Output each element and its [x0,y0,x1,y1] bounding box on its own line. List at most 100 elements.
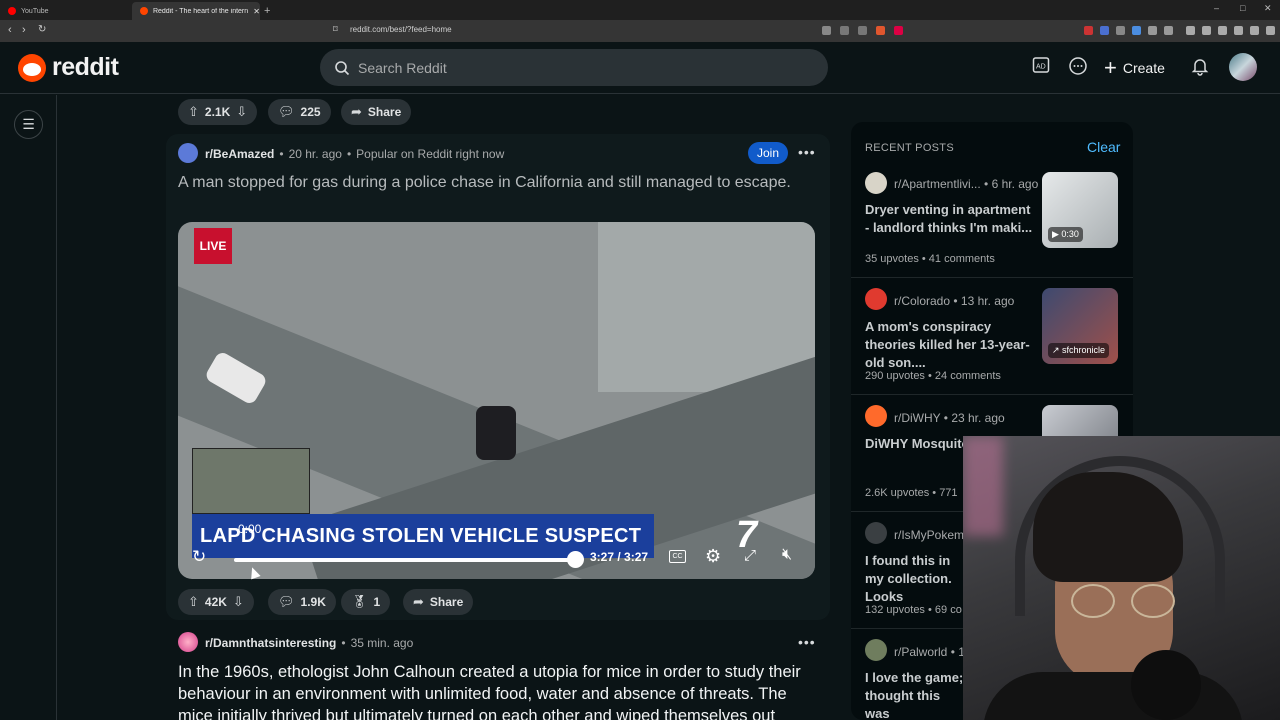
tab-reddit[interactable]: Reddit - The heart of the interne ✕ [132,2,260,20]
post-tag: Popular on Reddit right now [356,147,505,161]
forward-arrow-icon[interactable]: › [22,24,26,36]
join-button[interactable]: Join [748,142,788,164]
extension-icon[interactable] [822,26,831,35]
reddit-favicon-icon [140,7,148,15]
reddit-logo-icon[interactable] [18,54,46,82]
bell-icon[interactable] [1190,56,1210,81]
wallet-icon[interactable] [1218,26,1227,35]
extension-blue-icon[interactable] [1100,26,1109,35]
share-icon: ➦ [413,594,424,609]
recent-post-item[interactable]: r/Apartmentlivi... • 6 hr. ago Dryer ven… [851,162,1133,278]
vpn-icon[interactable] [1234,26,1243,35]
subreddit-icon [865,522,887,544]
clear-button[interactable]: Clear [1087,139,1120,155]
back-arrow-icon[interactable]: ‹ [8,24,12,36]
comment-icon: 💬︎ [278,104,295,119]
hamburger-menu-icon[interactable]: ☰ [14,110,43,139]
reddit-header: reddit AD + Create [0,42,1280,94]
seek-bar[interactable] [234,558,576,562]
recent-post-item[interactable]: r/Colorado • 13 hr. ago A mom's conspira… [851,278,1133,395]
subreddit-icon[interactable] [178,632,198,652]
post-vote-bar: ⇧ 42K ⇩ [178,589,254,615]
post-time: 20 hr. ago [288,147,342,161]
video-duration-badge: ▶ 0:30 [1048,227,1083,242]
user-avatar[interactable] [1229,53,1257,81]
previous-post-comments-button[interactable]: 💬︎ 225 [268,99,331,125]
maximize-button[interactable]: □ [1240,3,1245,13]
subreddit-icon[interactable] [178,143,198,163]
webcam-overlay [963,436,1280,720]
comments-button[interactable]: 💬︎ 1.9K [268,589,336,615]
upvote-icon[interactable]: ⇧ [188,594,199,610]
mute-icon[interactable]: 🔇︎ [782,546,792,564]
microphone [1131,650,1201,720]
recent-post-thumbnail: ↗ sfchronicle [1042,288,1118,364]
bookmark-icon[interactable]: ⌑ [333,24,338,35]
menu-icon[interactable] [1266,26,1275,35]
shield-icon[interactable] [1250,26,1259,35]
video-player[interactable]: LIVE LAPD CHASING STOLEN VEHICLE SUSPECT… [178,222,815,579]
extension-red-icon[interactable] [1084,26,1093,35]
tab-close-icon[interactable]: ✕ [253,7,260,16]
gear-icon[interactable]: ⚙ [705,546,721,567]
share-page-icon[interactable] [858,26,867,35]
downvote-icon[interactable]: ⇩ [236,104,247,120]
create-button[interactable]: + Create [1104,54,1165,82]
chat-icon[interactable] [1068,56,1088,81]
recent-post-title: I found this in my collection. Looks [865,553,952,604]
seek-handle[interactable] [567,551,584,568]
reddit-wordmark[interactable]: reddit [52,53,119,82]
video-time: 3:27 / 3:27 [590,550,649,564]
subreddit-icon [865,288,887,310]
browser-tab-bar: YouTube Reddit - The heart of the intern… [0,0,1280,20]
recent-post-thumbnail: ▶ 0:30 [1042,172,1118,248]
award-button[interactable]: 🏅︎ 1 [341,589,391,615]
upvote-icon[interactable]: ⇧ [188,104,199,120]
zoom-icon[interactable] [840,26,849,35]
post-title[interactable]: In the 1960s, ethologist John Calhoun cr… [178,661,818,720]
recent-post-title: Dryer venting in apartment - landlord th… [865,202,1033,235]
link-source-badge: ↗ sfchronicle [1048,343,1110,358]
advertise-icon[interactable]: AD [1032,56,1050,79]
extension-box-icon[interactable] [1164,26,1173,35]
new-tab-button[interactable]: + [262,2,276,20]
downvote-icon[interactable]: ⇩ [233,594,244,610]
replay-icon[interactable]: ↻ [192,547,206,567]
music-icon[interactable] [1186,26,1195,35]
extension-puzzle-icon[interactable] [1148,26,1157,35]
post-time: 35 min. ago [350,636,414,650]
url-field[interactable]: reddit.com/best/?feed=home [350,25,452,34]
seek-preview-thumbnail [192,448,310,514]
recent-post-title: I love the game; thought this was [865,670,964,720]
sidebar-toggle-icon[interactable] [1202,26,1211,35]
more-options-icon[interactable]: ••• [798,634,816,650]
share-button[interactable]: ➦ Share [403,589,474,615]
subreddit-name[interactable]: r/BeAmazed [205,147,274,161]
more-options-icon[interactable]: ••• [798,144,816,160]
rewards-icon[interactable] [894,26,903,35]
close-window-button[interactable]: ✕ [1264,3,1272,14]
extension-gray-icon[interactable] [1116,26,1125,35]
subreddit-icon [865,405,887,427]
captions-icon[interactable]: CC [669,550,686,563]
minimize-button[interactable]: – [1214,3,1219,13]
plus-icon: + [1104,55,1117,80]
recent-posts-heading: RECENT POSTS [865,142,954,154]
search-input[interactable] [358,59,798,76]
previous-post-vote-bar: ⇧ 2.1K ⇩ [178,99,258,125]
subreddit-icon [865,172,887,194]
left-navigation-rail: ☰ [0,95,57,720]
brave-shield-icon[interactable] [876,26,885,35]
award-icon: 🏅︎ [351,594,368,609]
reload-icon[interactable]: ↻ [38,24,46,35]
glasses-right [1131,584,1175,618]
seek-time-tooltip: 0:00 [238,522,262,536]
subreddit-name[interactable]: r/Damnthatsinteresting [205,636,336,650]
search-bar[interactable] [320,49,828,86]
live-badge: LIVE [194,228,232,264]
extension-circle-icon[interactable] [1132,26,1141,35]
tab-youtube[interactable]: YouTube [0,2,130,20]
fullscreen-icon[interactable]: ⤢ [744,547,756,564]
previous-post-share-button[interactable]: ➦ Share [341,99,412,125]
post-title[interactable]: A man stopped for gas during a police ch… [178,172,798,194]
